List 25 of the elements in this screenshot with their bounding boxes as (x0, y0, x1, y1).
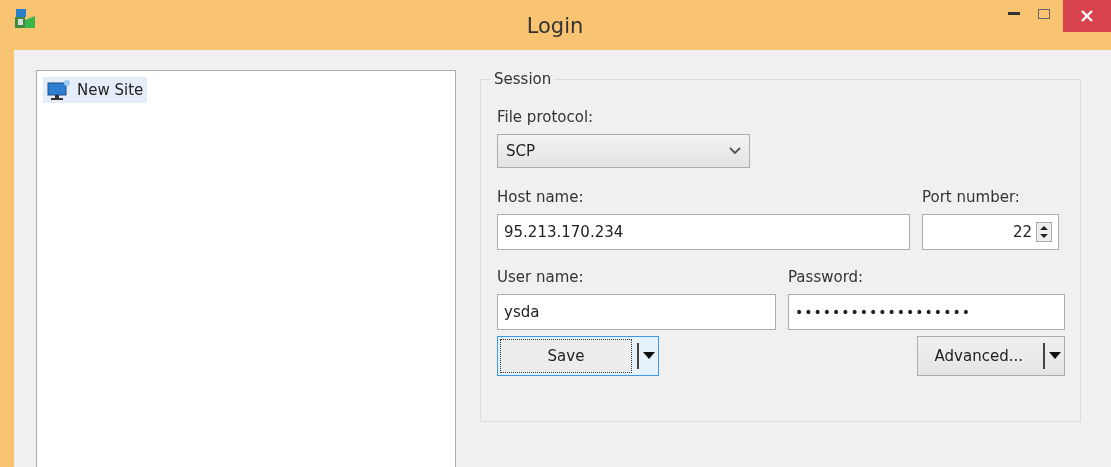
field-label: Password: (788, 268, 865, 286)
app-icon (14, 8, 36, 30)
spinner-icon[interactable] (1036, 222, 1052, 242)
close-button[interactable] (1063, 0, 1111, 32)
minimize-icon (1008, 12, 1020, 16)
window-title: Login (525, 14, 585, 38)
username-field[interactable]: ysda (497, 294, 776, 330)
caret-icon (1049, 352, 1061, 360)
split-button[interactable]: Save (497, 336, 659, 376)
field-label: Port number: (922, 188, 1021, 206)
tree-item[interactable]: New Site (43, 77, 148, 103)
chevron-icon (729, 147, 741, 155)
maximize-icon (1038, 9, 1050, 19)
close-icon (1081, 10, 1093, 22)
field-label: Host name: (497, 188, 585, 206)
field-label: User name: (497, 268, 585, 286)
host-field[interactable]: 95.213.170.234 (497, 214, 910, 250)
monitor-icon (47, 79, 71, 101)
group-title: Session (493, 70, 553, 88)
field-label: File protocol: (497, 108, 595, 126)
split-button[interactable]: Advanced... (916, 336, 1065, 376)
password-field[interactable]: ••••••••••••••••••• (788, 294, 1065, 330)
caret-icon (643, 352, 655, 360)
port-field[interactable]: 22 (922, 214, 1059, 250)
protocol-dropdown[interactable]: SCP (497, 134, 750, 168)
